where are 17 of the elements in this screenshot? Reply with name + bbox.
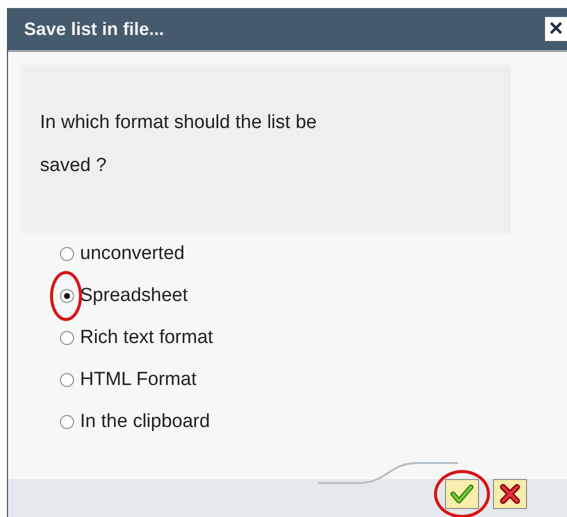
close-icon (498, 482, 522, 506)
radio-button[interactable] (60, 415, 74, 429)
option-label[interactable]: In the clipboard (80, 411, 210, 433)
close-button[interactable]: × (545, 17, 567, 41)
confirm-button[interactable] (445, 479, 479, 509)
option-label[interactable]: unconverted (80, 243, 185, 265)
radio-button[interactable] (60, 373, 74, 387)
option-label[interactable]: HTML Format (80, 369, 196, 391)
radio-button[interactable] (60, 289, 74, 303)
check-icon (450, 482, 474, 506)
option-label[interactable]: Rich text format (80, 327, 214, 349)
radio-button[interactable] (60, 247, 74, 261)
cancel-button[interactable] (493, 479, 527, 509)
radio-button[interactable] (60, 331, 74, 345)
option-label[interactable]: Spreadsheet (80, 285, 188, 307)
window-title: Save list in file... (23, 18, 164, 40)
question-text: In which format should the list be saved ? (40, 111, 318, 178)
